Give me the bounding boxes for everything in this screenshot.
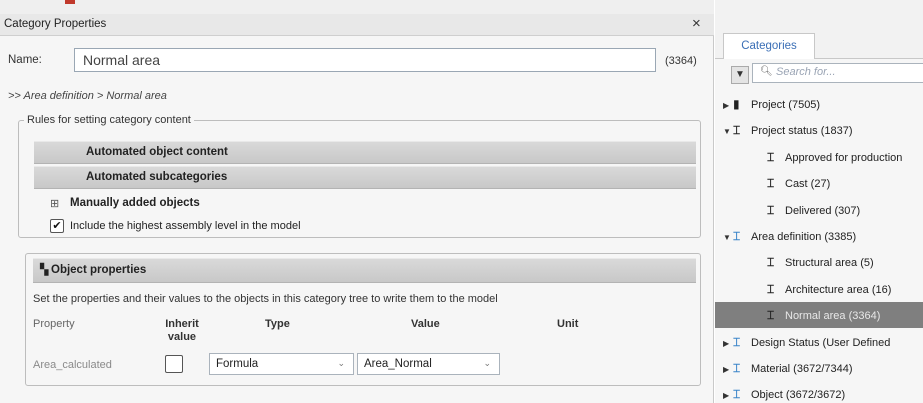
include-assembly-checkbox[interactable]: ✔: [50, 219, 64, 233]
category-tree-icon: ⌶: [733, 335, 741, 349]
value-dropdown-value: Area_Normal: [364, 358, 432, 370]
inherit-value-checkbox[interactable]: [165, 355, 183, 373]
dialog-titlebar: Category Properties ×: [0, 14, 714, 36]
panel-header-strip: [715, 0, 923, 28]
collapse-arrow-icon[interactable]: ▼: [723, 119, 733, 145]
include-assembly-label: Include the highest assembly level in th…: [70, 220, 301, 232]
category-tree-icon: ⌶: [767, 308, 775, 322]
tree-item[interactable]: ▶ ⌶ Design Status (User Defined: [715, 329, 923, 355]
name-object-count: (3364): [665, 55, 697, 67]
expand-arrow-icon[interactable]: ▶: [723, 383, 733, 403]
category-tree-icon: ⌶: [733, 229, 741, 243]
background-window-icon: [65, 0, 75, 4]
column-header-inherit-value: Inherit value: [165, 318, 199, 343]
tree-item-label: Object (3672/3672): [751, 389, 846, 401]
name-label: Name:: [8, 54, 42, 66]
category-tree-icon: ⌶: [733, 387, 741, 401]
expand-arrow-icon[interactable]: ▶: [723, 93, 733, 119]
category-tree-icon: ⌶: [767, 255, 775, 269]
manual-objects-icon: ⊞: [50, 198, 60, 210]
category-tree-icon: ⌶: [767, 176, 775, 190]
tree-item-label: Material (3672/7344): [751, 363, 853, 375]
name-input[interactable]: [74, 48, 656, 72]
tab-categories[interactable]: Categories: [723, 33, 815, 59]
tree-item[interactable]: ▶ ⌶ Material (3672/7344): [715, 355, 923, 381]
tree-item[interactable]: ⌶ Structural area (5): [715, 249, 923, 275]
category-tree-icon: ⌶: [767, 203, 775, 217]
tree-item[interactable]: ⌶ Approved for production: [715, 144, 923, 170]
tree-item[interactable]: ▶ ⌶ Object (3672/3672): [715, 381, 923, 403]
tree-item-label: Delivered (307): [785, 205, 861, 217]
tree-item-label: Normal area (3364): [785, 310, 881, 322]
search-icon: 🔍︎: [760, 66, 773, 77]
tree-item[interactable]: ⌶ Delivered (307): [715, 197, 923, 223]
search-placeholder: Search for...: [776, 66, 836, 78]
category-tree-icon: ⌶: [733, 123, 741, 137]
tree-item-label: Design Status (User Defined: [751, 337, 891, 349]
value-dropdown[interactable]: Area_Normal ⌄: [357, 353, 500, 375]
type-dropdown-value: Formula: [216, 358, 259, 370]
column-header-property: Property: [33, 318, 75, 330]
object-properties-bar[interactable]: Object properties: [33, 258, 696, 283]
close-icon[interactable]: ×: [692, 15, 701, 33]
tree-item-label: Cast (27): [785, 178, 831, 190]
tree-item-label: Structural area (5): [785, 257, 874, 269]
tree-item-label: Architecture area (16): [785, 284, 892, 296]
filter-icon[interactable]: ▼: [731, 66, 749, 84]
object-properties-icon: ▚: [40, 264, 49, 276]
tree-item-label: Area definition (3385): [751, 231, 857, 243]
automated-object-content-bar[interactable]: Automated object content: [34, 141, 696, 164]
tree-item[interactable]: ▶ ▮ Project (7505): [715, 91, 923, 117]
tree-item[interactable]: ▼ ⌶ Project status (1837): [715, 117, 923, 143]
tree-item-label: Approved for production: [785, 152, 903, 164]
background-window-strip: [0, 0, 714, 14]
category-tree-icon: ⌶: [767, 282, 775, 296]
tree-item[interactable]: ⌶ Architecture area (16): [715, 276, 923, 302]
category-tree-icon: ⌶: [733, 361, 741, 375]
automated-subcategories-bar[interactable]: Automated subcategories: [34, 166, 696, 189]
tree-item-label: Project status (1837): [751, 125, 853, 137]
breadcrumb: >> Area definition > Normal area: [8, 90, 167, 102]
rules-legend: Rules for setting category content: [24, 114, 194, 126]
column-header-type: Type: [265, 318, 290, 330]
property-name-cell: Area_calculated: [33, 359, 112, 371]
chevron-down-icon: ⌄: [483, 358, 491, 368]
expand-arrow-icon[interactable]: ▶: [723, 331, 733, 357]
expand-arrow-icon[interactable]: ▶: [723, 357, 733, 383]
tree-item-label: Project (7505): [751, 99, 821, 111]
column-header-unit: Unit: [557, 318, 579, 330]
dialog-title: Category Properties: [4, 18, 107, 30]
object-properties-description: Set the properties and their values to t…: [33, 293, 498, 305]
category-tree-icon: ⌶: [767, 150, 775, 164]
collapse-arrow-icon[interactable]: ▼: [723, 225, 733, 251]
manually-added-objects-label[interactable]: Manually added objects: [70, 197, 200, 209]
chevron-down-icon: ⌄: [337, 358, 345, 368]
type-dropdown[interactable]: Formula ⌄: [209, 353, 354, 375]
column-header-value: Value: [411, 318, 440, 330]
tree-item[interactable]: ▼ ⌶ Area definition (3385): [715, 223, 923, 249]
book-icon: ▮: [733, 97, 740, 111]
tree-item[interactable]: ⌶ Normal area (3364): [715, 302, 923, 328]
tree-item[interactable]: ⌶ Cast (27): [715, 170, 923, 196]
